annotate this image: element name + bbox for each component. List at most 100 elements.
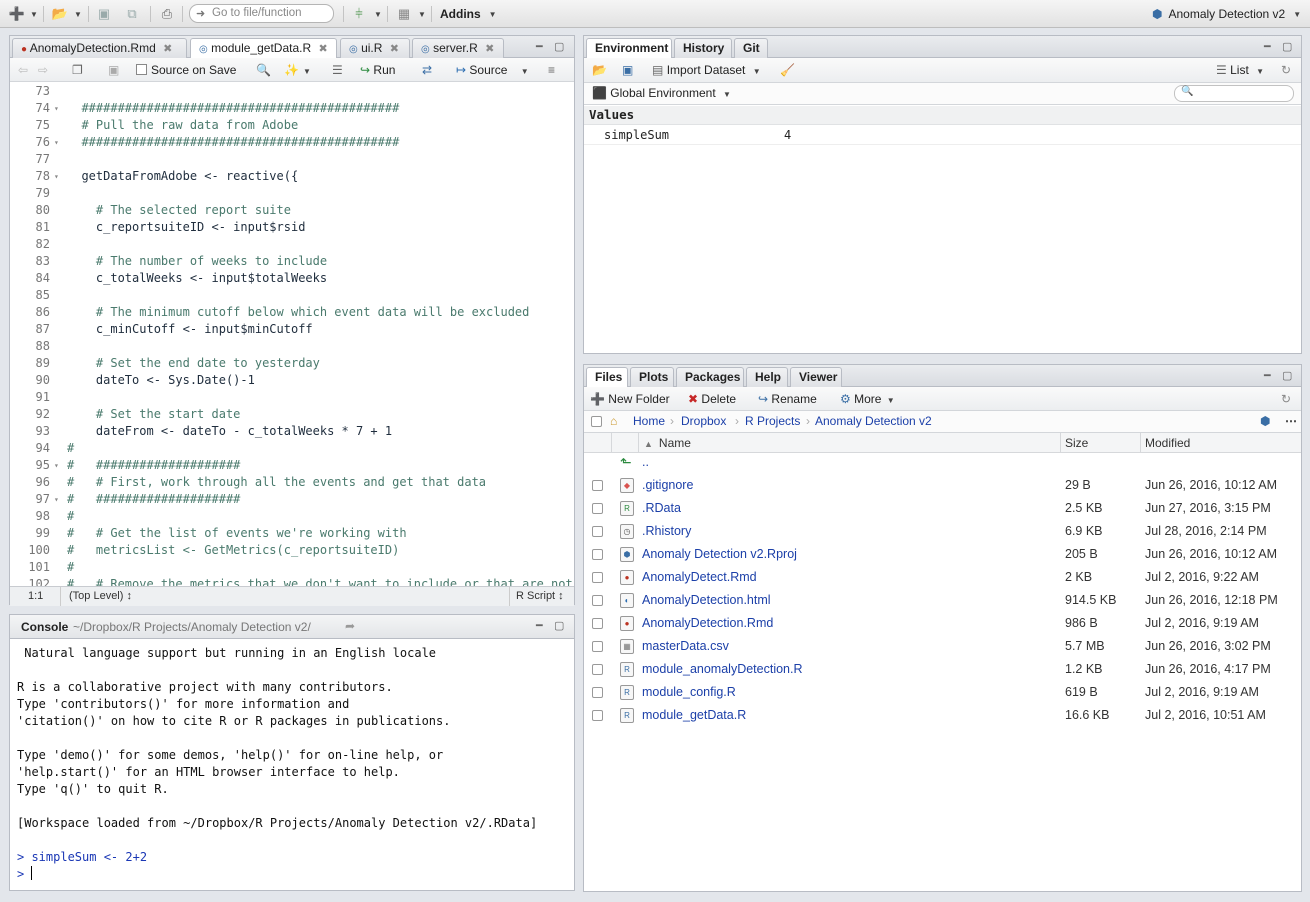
- source-button[interactable]: ↦ Source ▼: [456, 62, 529, 78]
- tab-help[interactable]: Help: [746, 367, 788, 387]
- tab-packages[interactable]: Packages: [676, 367, 744, 387]
- close-icon[interactable]: ✖: [163, 43, 172, 55]
- file-name-link[interactable]: AnomalyDetection.Rmd: [642, 612, 773, 635]
- show-in-window-icon[interactable]: ❐: [72, 62, 83, 78]
- code-line[interactable]: 84 c_totalWeeks <- input$totalWeeks: [10, 270, 575, 287]
- fold-arrow-icon[interactable]: ▾: [54, 457, 59, 474]
- go-to-directory-icon[interactable]: ➦: [345, 619, 355, 633]
- tab-anomalydetection-rmd[interactable]: ● AnomalyDetection.Rmd ✖: [12, 38, 187, 58]
- file-row[interactable]: Rmodule_config.R 619 B Jul 2, 2016, 9:19 A…: [584, 681, 1302, 704]
- breadcrumb-dropbox[interactable]: Dropbox: [681, 411, 726, 432]
- code-line[interactable]: 86 # The minimum cutoff below which even…: [10, 304, 575, 321]
- new-file-dropdown-icon[interactable]: ▼: [30, 5, 38, 23]
- code-line[interactable]: 92 # Set the start date: [10, 406, 575, 423]
- more-options-icon[interactable]: ⋯: [1285, 411, 1297, 432]
- file-name-link[interactable]: .Rhistory: [642, 520, 691, 543]
- go-to-project-icon[interactable]: ⬢: [1260, 411, 1270, 432]
- save-workspace-icon[interactable]: ▣: [622, 62, 633, 78]
- minimize-icon[interactable]: ━: [1264, 369, 1271, 382]
- code-line[interactable]: 76 ▾ ####################################…: [10, 134, 575, 151]
- scope-selector[interactable]: (Top Level) ↕: [60, 587, 132, 606]
- code-editor[interactable]: 73 74 ▾ ##################################…: [10, 83, 575, 623]
- run-button[interactable]: ↪ Run: [360, 62, 395, 78]
- file-checkbox[interactable]: [592, 480, 603, 491]
- file-name-link[interactable]: masterData.csv: [642, 635, 729, 658]
- file-row[interactable]: ▦ masterData.csv 5.7 MB Jun 26, 2016, 3:02 …: [584, 635, 1302, 658]
- fold-arrow-icon[interactable]: ▾: [54, 168, 59, 185]
- file-name-link[interactable]: AnomalyDetection.html: [642, 589, 771, 612]
- file-checkbox[interactable]: [592, 526, 603, 537]
- file-checkbox[interactable]: [592, 687, 603, 698]
- pane-layout-icon[interactable]: ▦: [394, 5, 414, 23]
- select-all-checkbox[interactable]: [591, 416, 602, 427]
- tab-ui-r[interactable]: ◎ ui.R ✖: [340, 38, 410, 58]
- breadcrumb-home[interactable]: Home: [633, 411, 665, 432]
- code-line[interactable]: 95 ▾ # ####################: [10, 457, 575, 474]
- code-line[interactable]: 98 #: [10, 508, 575, 525]
- env-search-input[interactable]: 🔍: [1174, 85, 1294, 102]
- close-icon[interactable]: ✖: [390, 43, 399, 55]
- filetype-selector[interactable]: R Script ↕: [509, 587, 564, 606]
- file-name-link[interactable]: .RData: [642, 497, 681, 520]
- refresh-icon[interactable]: ↻: [1281, 62, 1291, 78]
- close-icon[interactable]: ✖: [485, 43, 494, 55]
- console-output[interactable]: Natural language support but running in …: [17, 645, 537, 883]
- minimize-icon[interactable]: ━: [536, 619, 543, 632]
- maximize-icon[interactable]: ▢: [554, 40, 564, 53]
- code-line[interactable]: 74 ▾ ####################################…: [10, 100, 575, 117]
- file-row[interactable]: ◆ .gitignore 29 B Jun 26, 2016, 10:12 AM: [584, 474, 1302, 497]
- file-checkbox[interactable]: [592, 595, 603, 606]
- file-checkbox[interactable]: [592, 664, 603, 675]
- load-workspace-icon[interactable]: 📂: [592, 62, 607, 78]
- file-row[interactable]: R .RData 2.5 KB Jun 27, 2016, 3:15 PM: [584, 497, 1302, 520]
- refresh-icon[interactable]: ↻: [1281, 391, 1291, 407]
- code-line[interactable]: 96 # # First, work through all the events…: [10, 474, 575, 491]
- rename-button[interactable]: ↪ Rename: [758, 391, 817, 407]
- import-dataset-button[interactable]: ▤ Import Dataset ▼: [652, 62, 761, 78]
- file-row[interactable]: ● AnomalyDetection.Rmd 986 B Jul 2, 2016, 9…: [584, 612, 1302, 635]
- tab-viewer[interactable]: Viewer: [790, 367, 842, 387]
- print-icon[interactable]: ⎙: [157, 5, 177, 23]
- compile-report-icon[interactable]: ☰: [332, 62, 343, 78]
- code-line[interactable]: 73: [10, 83, 575, 100]
- code-line[interactable]: 100 # metricsList <- GetMetrics(c_reports…: [10, 542, 575, 559]
- code-line[interactable]: 89 # Set the end date to yesterday: [10, 355, 575, 372]
- addins-menu[interactable]: Addins ▼: [440, 5, 497, 23]
- file-row[interactable]: Rmodule_getData.R 16.6 KB Jul 2, 2016, 10:…: [584, 704, 1302, 727]
- forward-arrow-icon[interactable]: ⇨: [38, 62, 48, 78]
- file-row[interactable]: ◷ .Rhistory 6.9 KB Jul 28, 2016, 2:14 PM: [584, 520, 1302, 543]
- code-line[interactable]: 85: [10, 287, 575, 304]
- pane-layout-dropdown-icon[interactable]: ▼: [418, 5, 426, 23]
- source-on-save-checkbox[interactable]: Source on Save: [136, 62, 236, 78]
- fold-arrow-icon[interactable]: ▾: [54, 491, 59, 508]
- file-checkbox[interactable]: [592, 572, 603, 583]
- code-line[interactable]: 79: [10, 185, 575, 202]
- goto-file-function-input[interactable]: ➜ Go to file/function: [189, 4, 334, 23]
- git-icon[interactable]: ⫩: [350, 5, 368, 23]
- tab-git[interactable]: Git: [734, 38, 768, 58]
- file-checkbox[interactable]: [592, 710, 603, 721]
- code-line[interactable]: 81 c_reportsuiteID <- input$rsid: [10, 219, 575, 236]
- file-checkbox[interactable]: [592, 503, 603, 514]
- project-menu[interactable]: ⬢ Anomaly Detection v2 ▼: [1152, 5, 1301, 23]
- minimize-icon[interactable]: ━: [1264, 40, 1271, 53]
- rerun-icon[interactable]: ⇄: [422, 62, 432, 78]
- file-name-link[interactable]: module_getData.R: [642, 704, 746, 727]
- home-icon[interactable]: ⌂: [610, 411, 617, 432]
- git-dropdown-icon[interactable]: ▼: [374, 5, 382, 23]
- open-file-icon[interactable]: 📂: [50, 5, 70, 23]
- search-icon[interactable]: 🔍: [256, 62, 271, 78]
- file-row[interactable]: Rmodule_anomalyDetection.R 1.2 KB Jun 26, …: [584, 658, 1302, 681]
- breadcrumb-r-projects[interactable]: R Projects: [745, 411, 800, 432]
- file-name-link[interactable]: .gitignore: [642, 474, 693, 497]
- tab-module-getdata-r[interactable]: ◎ module_getData.R ✖: [190, 38, 337, 59]
- close-icon[interactable]: ✖: [318, 43, 327, 55]
- header-name[interactable]: ▲ Name: [639, 433, 1061, 453]
- outline-icon[interactable]: ≡: [548, 62, 555, 78]
- fold-arrow-icon[interactable]: ▾: [54, 134, 59, 151]
- code-line[interactable]: 88: [10, 338, 575, 355]
- code-line[interactable]: 91: [10, 389, 575, 406]
- fold-arrow-icon[interactable]: ▾: [54, 100, 59, 117]
- code-line[interactable]: 78 ▾ getDataFromAdobe <- reactive({: [10, 168, 575, 185]
- code-line[interactable]: 101 #: [10, 559, 575, 576]
